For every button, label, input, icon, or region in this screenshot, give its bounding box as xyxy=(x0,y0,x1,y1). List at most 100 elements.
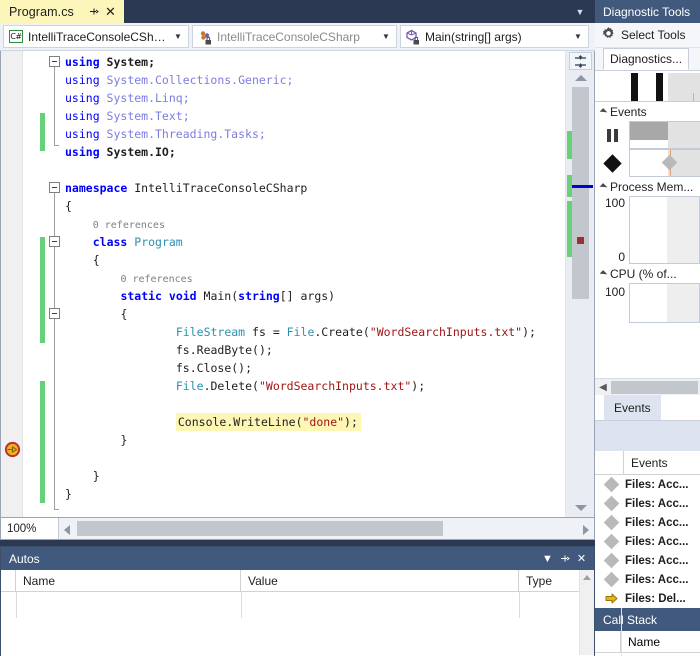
cpu-plot-area xyxy=(629,283,700,323)
autos-grid-line xyxy=(241,592,242,618)
code-token: class xyxy=(92,235,135,249)
diagnostics-scroll-thumb[interactable] xyxy=(611,380,698,394)
chevron-down-icon[interactable]: ▼ xyxy=(573,5,587,19)
events-list[interactable]: Files: Acc... Files: Acc... Files: Acc... F… xyxy=(595,475,700,608)
pin-icon[interactable] xyxy=(556,549,573,568)
code-line: { xyxy=(63,197,72,215)
editor-vertical-scrollbar[interactable] xyxy=(565,51,594,517)
tab-events[interactable]: Events xyxy=(604,395,661,420)
tab-diagnostics[interactable]: Diagnostics... xyxy=(603,48,690,70)
events-toolbar[interactable] xyxy=(595,421,700,451)
fold-toggle-usings[interactable] xyxy=(49,56,60,67)
section-cpu[interactable]: CPU (% of... xyxy=(595,264,700,283)
fold-toggle-namespace[interactable] xyxy=(49,182,60,193)
event-list-item[interactable]: Files: Del... xyxy=(595,589,700,608)
autos-grid-line xyxy=(16,592,17,618)
chevron-down-icon[interactable]: ▼ xyxy=(570,32,586,41)
chevron-down-icon[interactable]: ▼ xyxy=(378,32,394,41)
event-list-item[interactable]: Files: Acc... xyxy=(595,494,700,513)
triangle-expanded-icon[interactable] xyxy=(599,182,608,191)
arrow-left-icon[interactable] xyxy=(64,525,70,535)
code-line: FileStream fs = File.Create("WordSearchI… xyxy=(63,323,536,341)
plot-inactive-region xyxy=(667,284,699,322)
event-list-item[interactable]: Files: Acc... xyxy=(595,532,700,551)
fold-toggle-method[interactable] xyxy=(49,308,60,319)
code-token: .Delete( xyxy=(203,379,259,393)
code-token: 0 references xyxy=(120,274,193,285)
code-token: string xyxy=(238,289,280,303)
document-tab-label: Program.cs xyxy=(9,4,74,19)
scroll-up-arrow-icon[interactable] xyxy=(575,75,587,81)
breakpoint-gutter[interactable] xyxy=(1,51,23,517)
type-dropdown[interactable]: IntelliTraceConsoleCSharp ▼ xyxy=(192,25,397,48)
fold-toggle-class[interactable] xyxy=(49,236,60,247)
close-icon[interactable]: ✕ xyxy=(103,4,118,19)
section-process-memory[interactable]: Process Mem... xyxy=(595,177,700,196)
project-dropdown[interactable]: C# IntelliTraceConsoleCSharp ▼ xyxy=(3,25,189,48)
event-list-item-label: Files: Acc... xyxy=(625,478,689,491)
scroll-up-arrow-icon[interactable] xyxy=(583,575,591,580)
code-token: IntelliTraceConsoleCSharp xyxy=(134,181,308,195)
close-icon[interactable]: ✕ xyxy=(573,549,590,568)
events-column-label[interactable]: Events xyxy=(624,456,668,470)
navigation-bar: C# IntelliTraceConsoleCSharp ▼ IntelliTr… xyxy=(0,23,595,51)
horizontal-scroll-thumb[interactable] xyxy=(77,521,443,536)
event-list-item-label: Files: Acc... xyxy=(625,497,689,510)
code-token: using xyxy=(65,127,107,141)
chevron-left-icon[interactable]: ◀ xyxy=(595,382,611,393)
vertical-scroll-thumb[interactable] xyxy=(572,87,589,299)
code-token: Console.WriteLine( xyxy=(177,415,303,429)
diagnostic-tools-body: Diagnostics... Events Process Mem... 100… xyxy=(595,48,700,395)
code-token: "WordSearchInputs.txt" xyxy=(258,379,412,393)
event-list-item[interactable]: Files: Acc... xyxy=(595,475,700,494)
autos-column-value[interactable]: Value xyxy=(241,569,519,592)
call-stack-title-label: Call Stack xyxy=(603,612,658,627)
event-list-item[interactable]: Files: Acc... xyxy=(595,513,700,532)
event-list-item[interactable]: Files: Acc... xyxy=(595,570,700,589)
zoom-level[interactable]: 100% xyxy=(1,518,59,539)
outlining-margin[interactable] xyxy=(45,51,63,517)
memory-axis-min: 0 xyxy=(618,250,625,264)
diagnostics-horizontal-scrollbar[interactable]: ◀ xyxy=(595,378,700,395)
triangle-expanded-icon[interactable] xyxy=(599,269,608,278)
code-text-area[interactable]: }}} Console.WriteLine("done"); File.Delete… xyxy=(63,51,564,517)
scroll-down-arrow-icon[interactable] xyxy=(575,505,587,511)
autos-column-headers: Name Value Type xyxy=(1,569,594,592)
event-list-item-label: Files: Acc... xyxy=(625,573,689,586)
current-statement-arrow-icon xyxy=(4,441,21,458)
section-events[interactable]: Events xyxy=(595,102,700,121)
editor-status-bar: 100% xyxy=(0,518,595,540)
member-dropdown[interactable]: Main(string[] args) ▼ xyxy=(399,25,589,48)
break-events-track[interactable] xyxy=(629,121,700,149)
pin-icon[interactable] xyxy=(86,4,101,19)
chevron-down-icon[interactable]: ▼ xyxy=(539,549,556,568)
autos-column-name[interactable]: Name xyxy=(16,569,241,592)
scrollbar-change-marker xyxy=(567,131,572,159)
diagnostic-events-track[interactable] xyxy=(629,149,700,177)
document-tab-program-cs[interactable]: Program.cs ✕ xyxy=(0,0,124,23)
editor-horizontal-scrollbar[interactable] xyxy=(59,518,594,539)
autos-vertical-scrollbar[interactable] xyxy=(579,570,594,655)
autos-title-bar: Autos ▼ ✕ xyxy=(1,547,594,570)
split-view-button[interactable] xyxy=(569,52,592,70)
code-line: File.Delete("WordSearchInputs.txt"); xyxy=(63,377,425,395)
section-cpu-label: CPU (% of... xyxy=(610,266,677,281)
timeline-tick xyxy=(693,93,694,101)
events-column-spacer xyxy=(595,451,624,474)
diagnostics-events-row xyxy=(595,149,700,177)
diagnostics-timeline[interactable] xyxy=(595,73,700,102)
autos-rows[interactable] xyxy=(1,592,594,656)
memory-plot-area xyxy=(629,196,700,264)
select-tools-button[interactable]: Select Tools xyxy=(595,23,700,48)
code-editor[interactable]: }}} Console.WriteLine("done"); File.Delete… xyxy=(0,51,595,518)
section-events-label: Events xyxy=(610,104,647,119)
triangle-expanded-icon[interactable] xyxy=(599,107,608,116)
event-list-item[interactable]: Files: Acc... xyxy=(595,551,700,570)
call-stack-column-name[interactable]: Name xyxy=(621,635,660,649)
cpu-graph[interactable]: 100 xyxy=(595,283,700,323)
chevron-down-icon[interactable]: ▼ xyxy=(170,32,186,41)
call-stack-column-headers: Name xyxy=(595,631,700,653)
yellow-arrow-icon xyxy=(597,592,625,605)
process-memory-graph[interactable]: 100 0 xyxy=(595,196,700,264)
arrow-right-icon[interactable] xyxy=(583,525,589,535)
